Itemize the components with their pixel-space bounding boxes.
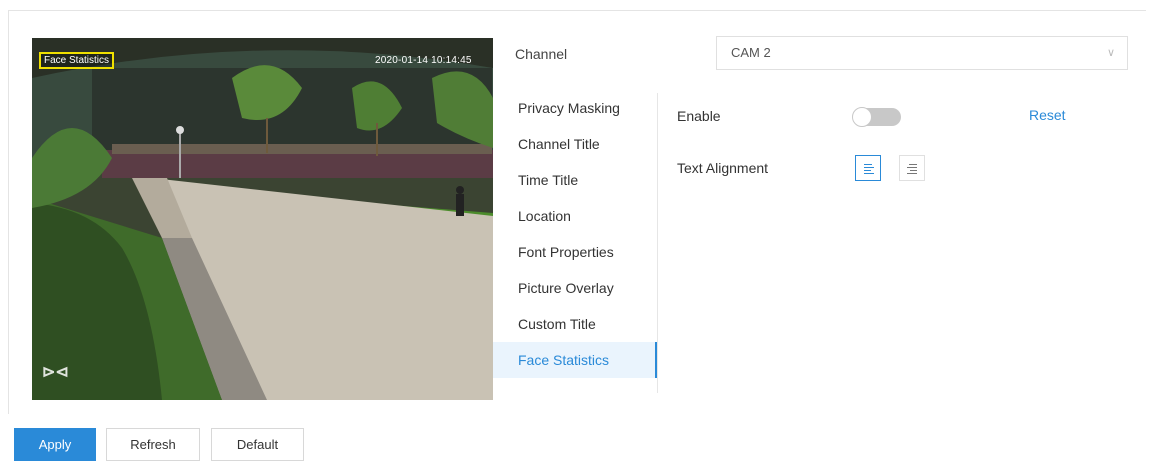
menu-item-custom-title[interactable]: Custom Title xyxy=(493,306,657,342)
chevron-down-icon: ∨ xyxy=(1106,47,1115,59)
menu-item-font-properties[interactable]: Font Properties xyxy=(493,234,657,270)
menu-divider xyxy=(657,93,658,393)
menu-item-channel-title[interactable]: Channel Title xyxy=(493,126,657,162)
camera-scene-image xyxy=(32,38,493,400)
menu-item-picture-overlay[interactable]: Picture Overlay xyxy=(493,270,657,306)
osd-face-statistics-label: Face Statistics xyxy=(39,52,115,69)
channel-select[interactable]: CAM 2 ∨ xyxy=(716,36,1128,70)
camera-logo-icon: ⊳⊲ xyxy=(42,364,69,381)
default-button[interactable]: Default xyxy=(211,428,304,461)
apply-button[interactable]: Apply xyxy=(14,428,96,461)
reset-link[interactable]: Reset xyxy=(1029,107,1066,123)
menu-item-face-statistics[interactable]: Face Statistics xyxy=(493,342,657,378)
menu-item-privacy-masking[interactable]: Privacy Masking xyxy=(493,90,657,126)
align-left-button[interactable] xyxy=(855,155,881,181)
menu-item-time-title[interactable]: Time Title xyxy=(493,162,657,198)
text-alignment-label: Text Alignment xyxy=(677,160,769,176)
channel-label: Channel xyxy=(515,46,568,62)
align-right-button[interactable] xyxy=(899,155,925,181)
video-preview[interactable]: Face Statistics 2020-01-14 10:14:45 ⊳⊲ xyxy=(32,38,493,400)
toggle-knob xyxy=(852,107,872,127)
enable-label: Enable xyxy=(677,108,721,124)
refresh-button[interactable]: Refresh xyxy=(106,428,200,461)
channel-select-value: CAM 2 xyxy=(731,45,771,60)
menu-item-location[interactable]: Location xyxy=(493,198,657,234)
osd-settings-menu: Privacy Masking Channel Title Time Title… xyxy=(493,90,657,378)
osd-timestamp: 2020-01-14 10:14:45 xyxy=(375,55,472,66)
enable-toggle[interactable] xyxy=(852,107,901,127)
